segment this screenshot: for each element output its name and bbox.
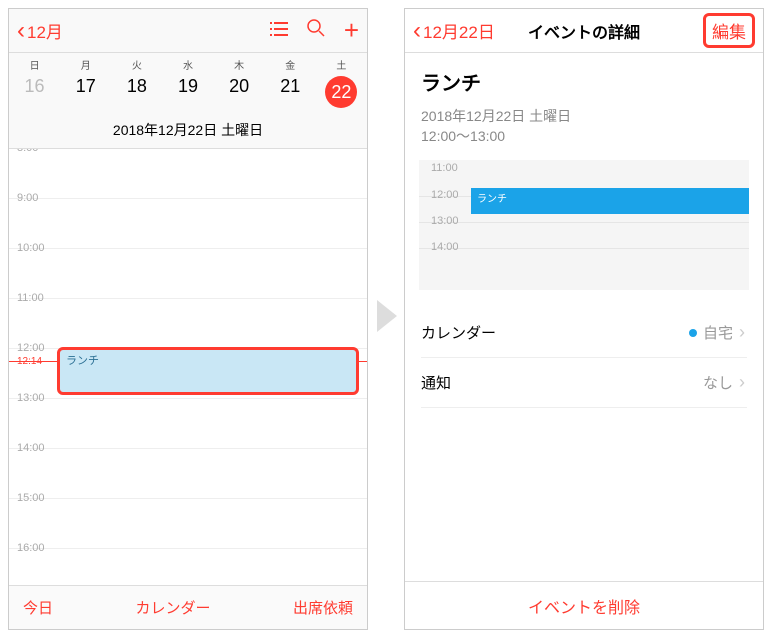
chevron-right-icon: ›	[739, 372, 745, 393]
mini-event-block: ランチ	[471, 188, 749, 214]
list-icon[interactable]	[270, 19, 288, 42]
detail-body: ランチ 2018年12月22日 土曜日 12:00〜13:00 11:00 12…	[405, 53, 763, 408]
date-cell[interactable]: 21	[265, 76, 316, 108]
now-time-label: 12:14	[17, 356, 42, 367]
calendars-button[interactable]: カレンダー	[135, 597, 210, 618]
inbox-button[interactable]: 出席依頼	[293, 597, 353, 618]
nav-actions: +	[270, 15, 359, 46]
hour-label: 13:00	[17, 392, 45, 404]
row-label: カレンダー	[421, 322, 496, 343]
hour-label: 13:00	[431, 215, 459, 227]
event-block[interactable]: ランチ	[57, 347, 359, 395]
event-title: ランチ	[421, 67, 747, 96]
date-cell-selected[interactable]: 22	[316, 76, 367, 108]
alert-row[interactable]: 通知 なし ›	[421, 358, 747, 408]
hour-label: 10:00	[17, 242, 45, 254]
day-timeline[interactable]: 8:00 9:00 10:00 11:00 12:00 13:00 14:00 …	[9, 149, 367, 609]
hour-label: 8:00	[17, 149, 38, 154]
weekday: 火	[111, 57, 162, 72]
weekday: 月	[60, 57, 111, 72]
hour-label: 11:00	[431, 162, 458, 174]
event-time: 12:00〜13:00	[421, 126, 747, 146]
mini-timeline: 11:00 12:00 13:00 14:00 ランチ	[419, 160, 749, 290]
hour-label: 11:00	[17, 292, 44, 304]
week-dates: 16 17 18 19 20 21 22	[9, 72, 367, 114]
day-view-screen: ‹ 12月 + 日 月 火 水 木 金 土 16 17 18 19 20 21 …	[8, 8, 368, 630]
transition-arrow-icon	[377, 300, 397, 332]
weekday: 日	[9, 57, 60, 72]
chevron-left-icon: ‹	[17, 19, 25, 43]
nav-bar: ‹ 12月22日 イベントの詳細 編集	[405, 9, 763, 53]
row-value: なし ›	[703, 372, 745, 393]
hour-label: 9:00	[17, 192, 38, 204]
calendar-color-dot-icon	[689, 329, 697, 337]
week-day-header: 日 月 火 水 木 金 土	[9, 53, 367, 72]
hour-label: 12:00	[431, 189, 459, 201]
edit-button[interactable]: 編集	[703, 13, 755, 48]
add-icon[interactable]: +	[344, 15, 359, 46]
bottom-toolbar: 今日 カレンダー 出席依頼	[9, 585, 367, 629]
back-button[interactable]: ‹ 12月	[17, 18, 63, 43]
today-button[interactable]: 今日	[23, 597, 53, 618]
event-detail-screen: ‹ 12月22日 イベントの詳細 編集 ランチ 2018年12月22日 土曜日 …	[404, 8, 764, 630]
hour-label: 16:00	[17, 542, 45, 554]
back-label: 12月22日	[423, 18, 495, 43]
chevron-right-icon: ›	[739, 322, 745, 343]
row-label: 通知	[421, 372, 451, 393]
hour-label: 12:00	[17, 342, 45, 354]
row-value: 自宅 ›	[689, 322, 745, 343]
date-cell[interactable]: 18	[111, 76, 162, 108]
hour-label: 14:00	[431, 241, 459, 253]
weekday: 土	[316, 57, 367, 72]
date-cell[interactable]: 19	[162, 76, 213, 108]
date-cell[interactable]: 17	[60, 76, 111, 108]
date-cell[interactable]: 20	[214, 76, 265, 108]
nav-bar: ‹ 12月 +	[9, 9, 367, 53]
weekday: 水	[162, 57, 213, 72]
back-label: 12月	[27, 18, 63, 43]
search-icon[interactable]	[306, 18, 326, 44]
date-cell[interactable]: 16	[9, 76, 60, 108]
back-button[interactable]: ‹ 12月22日	[413, 18, 495, 43]
weekday: 金	[265, 57, 316, 72]
event-date: 2018年12月22日 土曜日	[421, 106, 747, 126]
calendar-row[interactable]: カレンダー 自宅 ›	[421, 308, 747, 358]
chevron-left-icon: ‹	[413, 19, 421, 43]
hour-label: 14:00	[17, 442, 45, 454]
full-date-label: 2018年12月22日 土曜日	[9, 114, 367, 149]
delete-event-button[interactable]: イベントを削除	[405, 581, 763, 629]
weekday: 木	[214, 57, 265, 72]
hour-label: 15:00	[17, 492, 45, 504]
